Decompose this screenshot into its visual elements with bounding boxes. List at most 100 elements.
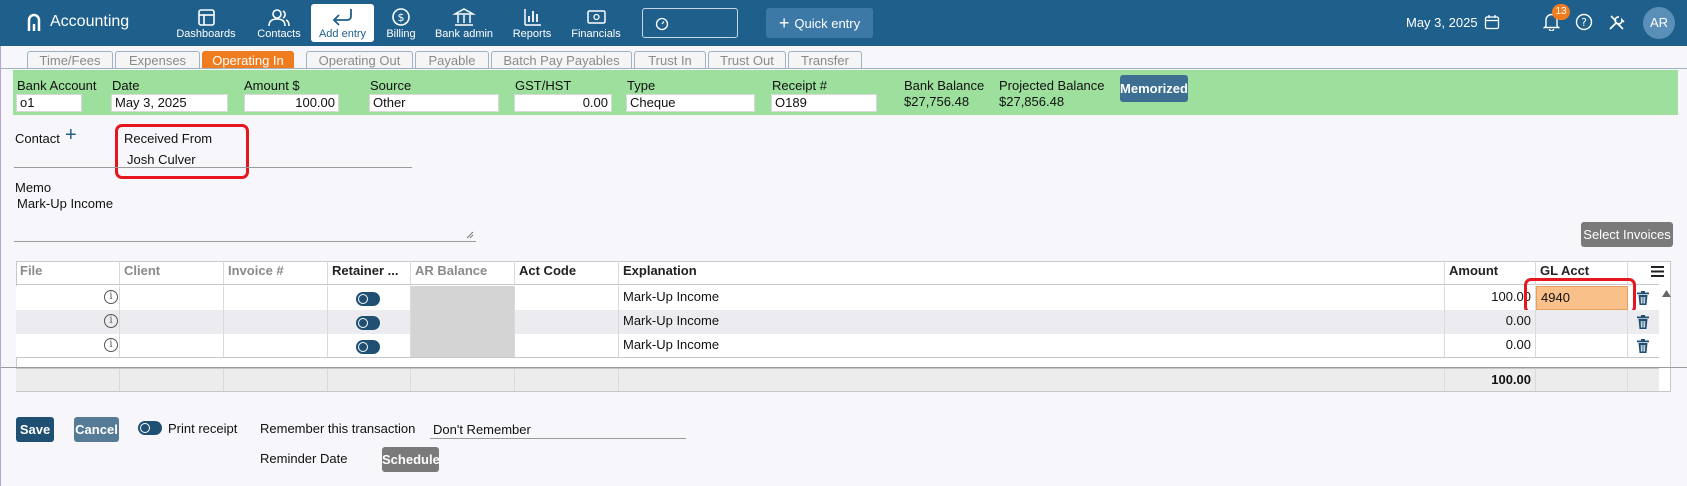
date-field[interactable]: May 3, 2025 (111, 94, 228, 112)
client-cell[interactable] (120, 334, 224, 357)
nav-contacts[interactable]: Contacts (252, 4, 306, 42)
nav-add-entry-label: Add entry (318, 28, 367, 40)
info-icon[interactable]: i (104, 314, 118, 328)
print-receipt-toggle[interactable] (138, 421, 162, 435)
col-retainer[interactable]: Retainer ... (328, 261, 411, 284)
file-cell[interactable]: i (16, 286, 120, 310)
invoice-cell[interactable] (224, 334, 328, 357)
file-cell[interactable]: i (16, 310, 120, 334)
act-code-cell[interactable] (515, 334, 619, 357)
act-code-cell[interactable] (515, 310, 619, 334)
explanation-cell[interactable]: Mark-Up Income (619, 310, 1445, 334)
memorized-button[interactable]: Memorized (1120, 75, 1188, 102)
timer-field[interactable] (642, 8, 738, 38)
bank-balance-label: Bank Balance (904, 78, 985, 93)
col-amount[interactable]: Amount (1445, 261, 1536, 284)
current-date-label: May 3, 2025 (1406, 14, 1478, 30)
invoice-cell[interactable] (224, 286, 328, 310)
left-border (0, 46, 1, 486)
nav-contacts-label: Contacts (257, 28, 301, 40)
file-cell[interactable]: i (16, 334, 120, 357)
explanation-cell[interactable]: Mark-Up Income (619, 334, 1445, 357)
nav-bank-admin-label: Bank admin (434, 28, 494, 40)
total-cell (619, 369, 1445, 391)
cancel-button[interactable]: Cancel (74, 417, 119, 442)
save-button[interactable]: Save (16, 417, 54, 442)
current-date[interactable]: May 3, 2025 (1406, 14, 1500, 30)
quick-entry-button[interactable]: + Quick entry (766, 8, 873, 38)
tab-trust-out[interactable]: Trust Out (708, 51, 786, 69)
memo-textarea[interactable]: Mark-Up Income (14, 196, 476, 242)
invoice-cell[interactable] (224, 310, 328, 334)
gl-acct-highlight (1524, 278, 1636, 314)
print-receipt-label: Print receipt (168, 421, 238, 436)
remember-underline (430, 438, 686, 439)
trash-icon[interactable] (1637, 339, 1649, 353)
gst-hst-field[interactable]: 0.00 (514, 94, 612, 112)
memo-label: Memo (15, 180, 52, 195)
gl-acct-cell[interactable] (1536, 334, 1628, 357)
col-act-code[interactable]: Act Code (515, 261, 619, 284)
col-ar-balance[interactable]: AR Balance (411, 261, 515, 284)
tab-payable[interactable]: Payable (415, 51, 489, 69)
info-icon[interactable]: i (104, 338, 118, 352)
amount-field[interactable]: 100.00 (244, 94, 339, 112)
retainer-toggle[interactable] (356, 292, 380, 306)
nav-bank-admin[interactable]: Bank admin (433, 4, 495, 42)
col-explanation[interactable]: Explanation (619, 261, 1445, 284)
table-row[interactable]: i Mark-Up Income 0.00 (16, 334, 1659, 358)
scroll-up-arrow-icon[interactable] (1662, 290, 1671, 297)
amount-cell[interactable]: 0.00 (1445, 334, 1536, 357)
nav-billing[interactable]: $ Billing (380, 4, 422, 42)
retainer-toggle[interactable] (356, 316, 380, 330)
received-from-label: Received From (124, 131, 213, 146)
select-invoices-button[interactable]: Select Invoices (1581, 222, 1673, 247)
tab-expenses[interactable]: Expenses (115, 51, 200, 69)
client-cell[interactable] (120, 310, 224, 334)
tab-operating-in[interactable]: Operating In (202, 51, 294, 69)
explanation-cell[interactable]: Mark-Up Income (619, 286, 1445, 310)
nav-financials[interactable]: Financials (568, 4, 624, 42)
add-contact-icon[interactable]: + (65, 124, 77, 147)
column-menu-icon[interactable] (1651, 266, 1664, 277)
tab-time-fees[interactable]: Time/Fees (27, 51, 113, 69)
tab-divider (0, 68, 1687, 69)
nav-add-entry[interactable]: Add entry (311, 4, 374, 42)
tab-batch-pay-payables[interactable]: Batch Pay Payables (491, 51, 632, 69)
retainer-toggle[interactable] (356, 340, 380, 354)
received-from-field[interactable]: Josh Culver (127, 152, 196, 167)
col-file[interactable]: File (16, 261, 120, 284)
tab-trust-in[interactable]: Trust In (634, 51, 706, 69)
receipt-number-field[interactable]: O189 (771, 94, 877, 112)
amount-cell[interactable]: 0.00 (1445, 310, 1536, 334)
bank-account-field[interactable]: o1 (16, 94, 82, 112)
amount-cell[interactable]: 100.00 (1445, 286, 1536, 310)
bank-icon (452, 8, 476, 26)
gl-acct-cell[interactable] (1536, 310, 1628, 334)
table-row[interactable]: i Mark-Up Income 0.00 (16, 310, 1659, 334)
tab-transfer[interactable]: Transfer (788, 51, 862, 69)
schedule-button[interactable]: Schedule (382, 447, 440, 472)
table-row[interactable]: i Mark-Up Income 100.00 4940 (16, 286, 1659, 310)
source-label: Source (370, 78, 412, 93)
trash-icon[interactable] (1637, 315, 1649, 329)
app-brand[interactable]: Accounting (26, 12, 129, 32)
user-avatar[interactable]: AR (1643, 7, 1675, 39)
act-code-cell[interactable] (515, 286, 619, 310)
col-client[interactable]: Client (120, 261, 224, 284)
trash-icon[interactable] (1637, 291, 1649, 305)
nav-reports[interactable]: Reports (508, 4, 556, 42)
col-invoice[interactable]: Invoice # (224, 261, 328, 284)
info-icon[interactable]: i (104, 290, 118, 304)
source-field[interactable]: Other (369, 94, 499, 112)
tab-operating-out[interactable]: Operating Out (306, 51, 413, 69)
help-icon[interactable]: ? (1575, 13, 1593, 31)
quick-entry-label: Quick entry (794, 15, 861, 31)
nav-dashboards[interactable]: Dashboards (175, 4, 237, 42)
remember-select[interactable]: Don't Remember (433, 422, 531, 437)
type-field[interactable]: Cheque (626, 94, 755, 112)
tools-icon[interactable] (1608, 13, 1626, 31)
client-cell[interactable] (120, 286, 224, 310)
table-header-row: File Client Invoice # Retainer ... AR Ba… (16, 261, 1664, 285)
resize-handle-icon[interactable] (466, 231, 474, 239)
